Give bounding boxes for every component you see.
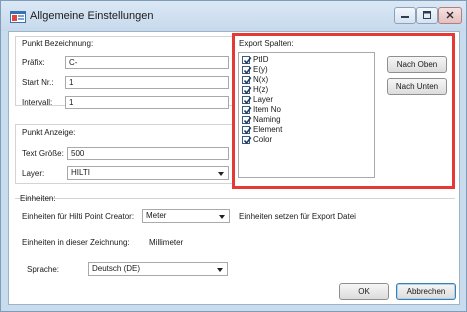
- export-item-nx[interactable]: N(x): [242, 75, 268, 85]
- export-item-label: Item No: [253, 105, 282, 114]
- export-item-label: Element: [253, 125, 283, 134]
- chevron-down-icon: [219, 215, 225, 219]
- start-nr-label: Start Nr.:: [22, 78, 54, 87]
- punkt-bezeichnung-legend: Punkt Bezeichnung:: [22, 39, 94, 48]
- export-item-item-no[interactable]: Item No: [242, 105, 281, 115]
- export-item-label: PtID: [253, 55, 269, 64]
- settings-window: Allgemeine Einstellungen Punkt Bezeichnu…: [0, 0, 467, 312]
- minimize-button[interactable]: [394, 7, 416, 24]
- export-spalten-legend: Export Spalten:: [239, 39, 294, 48]
- checkbox[interactable]: [242, 136, 252, 145]
- export-spalten-checklist[interactable]: PtID E(y) N(x) H(z) Layer Item No Naming…: [238, 52, 375, 178]
- export-item-naming[interactable]: Naming: [242, 115, 281, 125]
- einheiten-creator-value: Meter: [146, 211, 167, 220]
- export-item-ptid[interactable]: PtID: [242, 55, 269, 65]
- window-title: Allgemeine Einstellungen: [30, 10, 154, 22]
- nach-unten-button[interactable]: Nach Unten: [387, 78, 447, 95]
- export-item-label: Layer: [253, 95, 274, 104]
- app-icon: [10, 11, 26, 23]
- sprache-label: Sprache:: [27, 265, 60, 274]
- einheiten-legend: Einheiten:: [20, 194, 56, 203]
- ok-button[interactable]: OK: [339, 283, 389, 300]
- export-item-label: E(y): [253, 65, 268, 74]
- nach-oben-button[interactable]: Nach Oben: [387, 56, 447, 73]
- export-item-color[interactable]: Color: [242, 135, 272, 145]
- minimize-icon: [401, 11, 409, 21]
- checkbox[interactable]: [242, 56, 252, 65]
- export-item-ey[interactable]: E(y): [242, 65, 268, 75]
- einheiten-creator-select[interactable]: Meter: [142, 209, 230, 223]
- intervall-input[interactable]: 1: [65, 96, 229, 109]
- export-item-element[interactable]: Element: [242, 125, 282, 135]
- export-item-layer[interactable]: Layer: [242, 95, 273, 105]
- chevron-down-icon: [217, 268, 223, 272]
- praefix-input[interactable]: C-: [65, 56, 229, 69]
- title-bar[interactable]: Allgemeine Einstellungen: [1, 1, 466, 31]
- einheiten-creator-label: Einheiten für Hilti Point Creator:: [22, 212, 135, 221]
- checkbox[interactable]: [242, 66, 252, 75]
- close-icon: [446, 11, 454, 21]
- punkt-anzeige-legend: Punkt Anzeige:: [22, 128, 76, 137]
- praefix-label: Präfix:: [22, 58, 45, 67]
- maximize-button[interactable]: [416, 7, 438, 24]
- text-groesse-label: Text Größe:: [22, 149, 64, 158]
- sprache-value: Deutsch (DE): [92, 264, 141, 273]
- layer-select-value: HILTI: [71, 168, 90, 177]
- checkbox[interactable]: [242, 96, 252, 105]
- einheiten-zeichnung-label: Einheiten in dieser Zeichnung:: [22, 238, 130, 247]
- layer-label: Layer:: [22, 169, 45, 178]
- chevron-down-icon: [218, 172, 224, 176]
- sprache-select[interactable]: Deutsch (DE): [88, 262, 228, 276]
- layer-select[interactable]: HILTI: [67, 166, 229, 180]
- dialog-client-area: Punkt Bezeichnung: Präfix: C- Start Nr.:…: [8, 31, 460, 305]
- checkbox[interactable]: [242, 116, 252, 125]
- export-item-label: Naming: [253, 115, 281, 124]
- abbrechen-button[interactable]: Abbrechen: [396, 283, 456, 300]
- intervall-label: Intervall:: [22, 98, 53, 107]
- export-item-label: H(z): [253, 85, 269, 94]
- start-nr-input[interactable]: 1: [65, 76, 229, 89]
- checkbox[interactable]: [242, 86, 252, 95]
- text-groesse-input[interactable]: 500: [67, 147, 229, 160]
- checkbox[interactable]: [242, 106, 252, 115]
- export-item-label: N(x): [253, 75, 269, 84]
- einheiten-export-label: Einheiten setzen für Export Datei: [239, 212, 356, 221]
- export-item-label: Color: [253, 135, 273, 144]
- einheiten-zeichnung-value: Millimeter: [149, 238, 184, 247]
- export-item-hz[interactable]: H(z): [242, 85, 268, 95]
- checkbox[interactable]: [242, 76, 252, 85]
- maximize-icon: [423, 10, 431, 21]
- checkbox[interactable]: [242, 126, 252, 135]
- close-button[interactable]: [438, 7, 462, 24]
